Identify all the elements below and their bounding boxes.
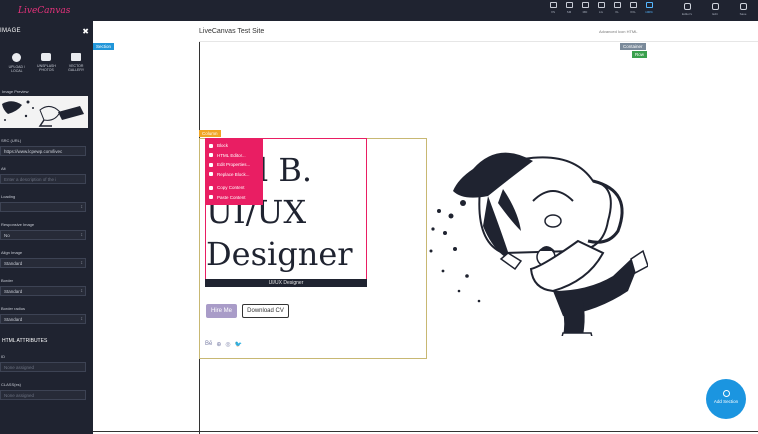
- monitor-icon: [645, 2, 653, 8]
- dribbble-icon[interactable]: ⊕: [216, 341, 221, 348]
- alt-label: Alt: [1, 166, 6, 171]
- device-icon: [549, 2, 557, 8]
- camera-icon: [41, 53, 52, 61]
- behance-icon[interactable]: Bē: [205, 341, 212, 348]
- device-icon: [581, 2, 589, 8]
- id-input[interactable]: None assigned: [0, 362, 86, 372]
- device-xxl-button[interactable]: XXL: [628, 2, 638, 14]
- edit-icon: [711, 3, 719, 10]
- edit-properties-menu-item[interactable]: Edit Properties...: [209, 160, 259, 170]
- class-input[interactable]: None assigned: [0, 390, 86, 400]
- top-toolbar: LiveCanvas XS SM MD LG XL XXL 100% Edito…: [0, 0, 758, 21]
- github-icon[interactable]: ◎: [225, 341, 230, 348]
- close-icon[interactable]: ✖: [82, 27, 89, 36]
- save-button[interactable]: Save: [734, 3, 752, 16]
- editors-button[interactable]: Editor's: [678, 3, 696, 16]
- image-preview-label: Image Preview: [2, 89, 29, 94]
- image-sources: UPLOAD / LOCAL UNSPLASH PHOTOS VECTOR GA…: [0, 53, 93, 73]
- replace-block-menu-item[interactable]: Replace Block...: [209, 170, 259, 180]
- paste-content-menu-item[interactable]: Paste Content: [209, 193, 259, 203]
- device-full-button[interactable]: 100%: [644, 2, 654, 14]
- social-links: Bē ⊕ ◎ 🐦: [205, 341, 242, 348]
- src-input[interactable]: https://www.lcpewp.com/livec: [0, 146, 86, 156]
- section-badge[interactable]: Section: [93, 43, 115, 50]
- alt-input[interactable]: Enter a description of the i: [0, 174, 86, 184]
- row-badge[interactable]: Row: [632, 51, 648, 58]
- sidebar-title: IMAGE: [0, 28, 21, 34]
- column-badge[interactable]: Column: [199, 130, 221, 137]
- add-section-button[interactable]: Add Section: [706, 379, 746, 419]
- class-label: CLASS(es): [1, 382, 22, 387]
- unsplash-photos-button[interactable]: UNSPLASH PHOTOS: [32, 53, 60, 73]
- container-badge[interactable]: Container: [620, 43, 646, 50]
- src-label: SRC (URL): [1, 138, 22, 143]
- responsive-label: Responsive Image: [1, 222, 35, 227]
- gear-icon: [209, 162, 213, 167]
- save-icon: [739, 3, 747, 10]
- upload-local-button[interactable]: UPLOAD / LOCAL: [3, 53, 31, 73]
- align-label: Align Image: [1, 250, 23, 255]
- device-md-button[interactable]: MD: [580, 2, 590, 14]
- divider: [93, 431, 758, 432]
- sidebar-header: IMAGE ✖: [0, 21, 93, 41]
- device-sm-button[interactable]: SM: [564, 2, 574, 14]
- device-icon: [613, 2, 621, 8]
- html-attributes-title: HTML ATTRIBUTES: [2, 338, 48, 344]
- copy-icon: [209, 185, 213, 190]
- border-radius-select[interactable]: Standard: [0, 314, 86, 324]
- device-icon: [597, 2, 605, 8]
- edit-button[interactable]: Edit: [706, 3, 724, 16]
- plus-icon: [722, 390, 730, 397]
- wordpress-icon: [12, 53, 22, 62]
- hero-subtitle[interactable]: UI/UX Designer: [205, 279, 367, 287]
- block-context-menu: Block HTML Editor... Edit Properties... …: [205, 139, 263, 205]
- copy-content-menu-item[interactable]: Copy Content: [209, 183, 259, 193]
- device-xl-button[interactable]: XL: [612, 2, 622, 14]
- context-menu-title: Block: [209, 141, 259, 151]
- device-switcher: XS SM MD LG XL XXL 100%: [548, 2, 654, 14]
- editor-icon: [683, 3, 691, 10]
- align-select[interactable]: Standard: [0, 258, 86, 268]
- border-radius-label: Border radius: [1, 306, 26, 311]
- border-select[interactable]: Standard: [0, 286, 86, 296]
- border-label: Border: [1, 278, 14, 283]
- loading-label: Loading: [1, 194, 16, 199]
- image-sidebar: IMAGE ✖ UPLOAD / LOCAL UNSPLASH PHOTOS V…: [0, 21, 93, 434]
- twitter-icon[interactable]: 🐦: [235, 341, 242, 348]
- html-editor-menu-item[interactable]: HTML Editor...: [209, 151, 259, 161]
- responsive-select[interactable]: No: [0, 230, 86, 240]
- site-header: LiveCanvas Test Site Advanced Icon HTML: [199, 21, 758, 42]
- editor-canvas[interactable]: LiveCanvas Test Site Advanced Icon HTML …: [93, 21, 758, 434]
- nav-item[interactable]: Advanced Icon HTML: [599, 29, 637, 34]
- code-icon: [209, 153, 213, 158]
- device-xs-button[interactable]: XS: [548, 2, 558, 14]
- image-icon: [71, 53, 82, 61]
- loading-select[interactable]: [0, 202, 86, 212]
- site-title[interactable]: LiveCanvas Test Site: [199, 28, 264, 35]
- top-tools: Editor's Edit Save: [678, 3, 752, 16]
- app-logo: LiveCanvas: [18, 5, 71, 16]
- vector-gallery-button[interactable]: VECTOR GALLERY: [62, 53, 90, 73]
- download-cv-button[interactable]: Download CV: [242, 304, 289, 318]
- image-preview: [0, 96, 88, 128]
- hire-me-button[interactable]: Hire Me: [206, 304, 237, 318]
- swap-icon: [209, 172, 213, 177]
- device-lg-button[interactable]: LG: [596, 2, 606, 14]
- block-icon: [209, 143, 213, 148]
- id-label: ID: [1, 354, 5, 359]
- paste-icon: [209, 195, 213, 200]
- device-icon: [565, 2, 573, 8]
- device-icon: [629, 2, 637, 8]
- hero-illustration[interactable]: [403, 141, 648, 336]
